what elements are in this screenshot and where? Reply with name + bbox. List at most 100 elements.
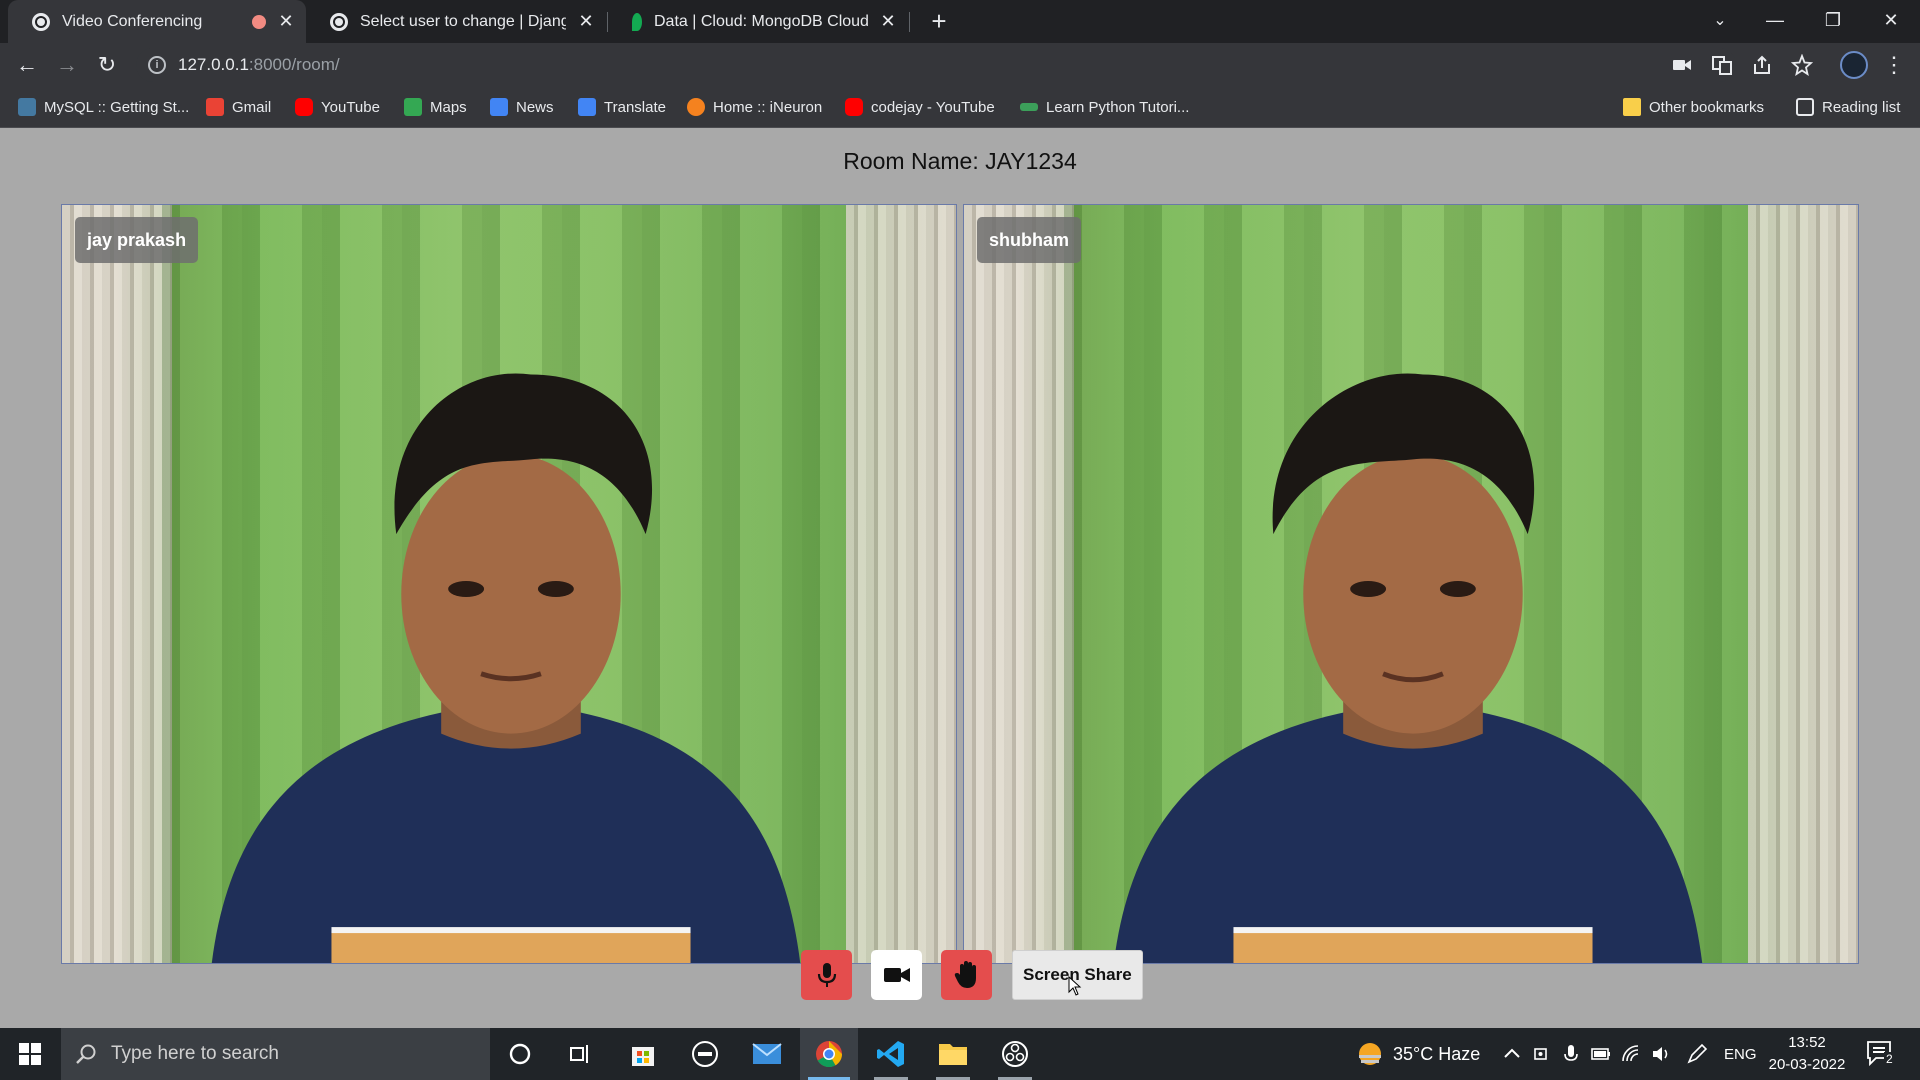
call-controls: Screen Share (0, 950, 1920, 1002)
mouse-cursor-icon (1068, 976, 1082, 996)
chevron-up-icon[interactable] (1501, 1043, 1523, 1065)
close-tab-icon[interactable]: ✕ (878, 11, 898, 32)
participant-name-badge: shubham (977, 217, 1082, 263)
raise-hand-button[interactable] (941, 950, 992, 1000)
start-button[interactable] (0, 1028, 60, 1080)
microsoft-store-button[interactable] (614, 1028, 672, 1080)
tab-title: Video Conferencing (62, 12, 203, 30)
file-explorer-button[interactable] (924, 1028, 982, 1080)
wifi-icon[interactable] (1620, 1043, 1642, 1065)
close-tab-icon[interactable]: ✕ (276, 11, 296, 32)
participant-video-feed (211, 373, 801, 963)
bookmark-gmail[interactable]: Gmail (206, 87, 271, 127)
cortana-circle-icon (509, 1043, 531, 1065)
weather-widget[interactable]: 35°C Haze (1357, 1028, 1480, 1080)
bookmark-mysql[interactable]: MySQL :: Getting St... (18, 87, 189, 127)
mute-microphone-button[interactable] (801, 950, 852, 1000)
language-indicator[interactable]: ENG (1724, 1028, 1757, 1080)
bookmark-label: News (516, 98, 554, 116)
reading-list-label: Reading list (1822, 98, 1901, 116)
taskbar-search-box[interactable]: Type here to search (61, 1028, 490, 1080)
chrome-icon (816, 1041, 843, 1068)
mysql-icon (18, 98, 36, 116)
back-button[interactable]: ← (12, 50, 42, 80)
task-view-icon (570, 1045, 588, 1063)
obs-icon (1002, 1041, 1028, 1067)
search-placeholder: Type here to search (111, 1043, 279, 1064)
bookmark-news[interactable]: News (490, 87, 554, 127)
tab-search-chevron-icon[interactable]: ⌄ (1705, 6, 1735, 36)
dell-app-button[interactable] (676, 1028, 734, 1080)
vscode-taskbar-button[interactable] (862, 1028, 920, 1080)
action-center-button[interactable]: 2 (1866, 1040, 1896, 1068)
bookmark-translate[interactable]: Translate (578, 87, 666, 127)
globe-icon (330, 12, 348, 31)
tab-video-conferencing[interactable]: Video Conferencing ✕ (8, 0, 306, 43)
reading-list-button[interactable]: Reading list (1796, 87, 1900, 127)
room-page: Room Name: JAY1234 jay prakash shubham S… (0, 128, 1920, 1028)
bookmark-maps[interactable]: Maps (404, 87, 467, 127)
bookmark-codejay-youtube[interactable]: codejay - YouTube (845, 87, 995, 127)
maps-icon (404, 98, 422, 116)
profile-avatar[interactable] (1840, 51, 1868, 79)
clock-date: 20-03-2022 (1768, 1056, 1846, 1073)
folder-icon (939, 1044, 967, 1065)
tab-django-admin[interactable]: Select user to change | Django si ✕ (306, 0, 606, 43)
participant-name-badge: jay prakash (75, 217, 199, 263)
microphone-tray-icon[interactable] (1560, 1043, 1582, 1065)
browser-menu-icon[interactable]: ⋮ (1882, 51, 1906, 79)
system-clock[interactable]: 13:52 20-03-2022 (1762, 1032, 1852, 1076)
bookmark-star-icon[interactable] (1791, 54, 1813, 76)
reading-list-icon (1796, 98, 1814, 116)
camera-in-use-icon[interactable] (1671, 54, 1693, 76)
site-info-icon[interactable]: i (148, 56, 166, 74)
translate-page-icon[interactable] (1711, 54, 1733, 76)
bookmark-label: YouTube (321, 98, 380, 116)
obs-studio-button[interactable] (986, 1028, 1044, 1080)
mongodb-leaf-icon (632, 12, 642, 31)
weather-text: 35°C Haze (1393, 1043, 1481, 1064)
bookmark-label: Learn Python Tutori... (1046, 98, 1190, 116)
toggle-camera-button[interactable] (871, 950, 922, 1000)
bookmarks-bar: MySQL :: Getting St... Gmail YouTube Map… (0, 87, 1920, 128)
tab-mongodb-cloud[interactable]: Data | Cloud: MongoDB Cloud ✕ (608, 0, 908, 43)
browser-toolbar: ← → ↻ i 127.0.0.1:8000/room/ ⋮ (0, 43, 1920, 87)
youtube-icon (295, 98, 313, 116)
clock-time: 13:52 (1788, 1034, 1826, 1051)
video-tile-jay-prakash: jay prakash (61, 204, 957, 964)
bookmark-youtube[interactable]: YouTube (295, 87, 380, 127)
chrome-taskbar-button[interactable] (800, 1028, 858, 1080)
other-bookmarks-label: Other bookmarks (1649, 98, 1765, 116)
microphone-icon (817, 963, 836, 987)
dell-logo-icon (692, 1041, 718, 1067)
tab-title: Data | Cloud: MongoDB Cloud (654, 12, 868, 30)
share-icon[interactable] (1751, 54, 1773, 76)
other-bookmarks-folder[interactable]: Other bookmarks (1623, 87, 1764, 127)
restore-window-button[interactable]: ❐ (1810, 0, 1856, 40)
youtube-icon (845, 98, 863, 116)
forward-button[interactable]: → (52, 50, 82, 80)
new-tab-button[interactable]: + (924, 6, 954, 36)
volume-icon[interactable] (1650, 1043, 1672, 1065)
mail-app-button[interactable] (738, 1028, 796, 1080)
bookmark-ineuron[interactable]: Home :: iNeuron (687, 87, 822, 127)
close-window-button[interactable]: ✕ (1868, 0, 1914, 40)
battery-icon[interactable] (1590, 1043, 1612, 1065)
minimize-window-button[interactable]: — (1752, 0, 1798, 40)
cortana-button[interactable] (491, 1028, 549, 1080)
video-camera-icon (883, 968, 910, 982)
microsoft-store-icon (632, 1047, 654, 1066)
close-tab-icon[interactable]: ✕ (576, 11, 596, 32)
participant-video-feed (1113, 373, 1703, 963)
reload-button[interactable]: ↻ (92, 50, 122, 80)
bookmark-label: Maps (430, 98, 467, 116)
task-view-button[interactable] (551, 1028, 609, 1080)
camera-tray-icon[interactable] (1531, 1043, 1553, 1065)
windows-logo-icon (19, 1043, 41, 1065)
address-bar[interactable]: i 127.0.0.1:8000/room/ (136, 48, 1736, 82)
search-icon (76, 1044, 96, 1064)
bookmark-label: Translate (604, 98, 666, 116)
pen-ink-icon[interactable] (1686, 1043, 1708, 1065)
bookmark-learn-python[interactable]: Learn Python Tutori... (1020, 87, 1189, 127)
python-icon (1020, 103, 1038, 111)
